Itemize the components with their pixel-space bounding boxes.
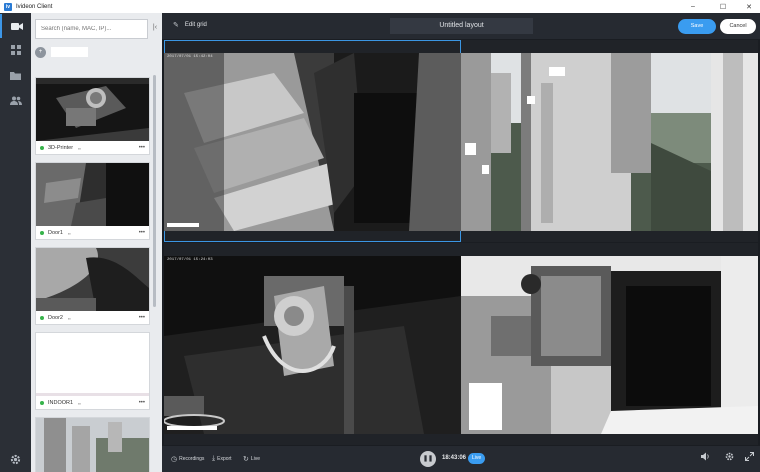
video-feed: 2017/07/01 15:24:03 <box>164 256 461 434</box>
refresh-icon: ↻ <box>243 456 249 463</box>
redacted-label <box>482 165 489 174</box>
edit-grid-label: Edit grid <box>184 22 207 28</box>
timestamp-overlay: 2017/07/01 15:24:03 <box>167 258 213 262</box>
nav-archive[interactable] <box>0 63 31 87</box>
fullscreen-button[interactable] <box>742 452 756 466</box>
camera-name: 3D-Printer <box>48 145 74 151</box>
camera-meta: 3D-Printer ▪▪ ••• <box>40 142 145 154</box>
edit-grid-button[interactable]: ✎ Edit grid <box>173 21 207 29</box>
redacted-label <box>527 96 535 104</box>
close-button[interactable]: ✕ <box>738 0 760 13</box>
nav-users[interactable] <box>0 88 31 112</box>
group-toggle-icon[interactable]: + <box>35 46 46 58</box>
camera-list-scrollbar[interactable] <box>153 75 156 307</box>
gear-icon <box>725 452 733 461</box>
camera-meta: Door1 ▪▪ ••• <box>40 227 145 239</box>
nav-settings[interactable] <box>0 447 31 471</box>
layout-title-field[interactable]: Untitled layout <box>390 18 533 34</box>
group-name-redacted <box>51 47 88 57</box>
export-label: Export <box>217 456 232 462</box>
camera-meta: INDOOR1 ▪▪ ••• <box>40 397 145 409</box>
camera-meta: Door2 ▪▪ ••• <box>40 312 145 324</box>
online-status-icon <box>40 316 44 320</box>
camera-thumbnail <box>36 418 149 472</box>
live-badge[interactable]: Live <box>468 453 486 464</box>
video-feed <box>461 53 758 231</box>
save-button[interactable]: Save <box>678 19 716 34</box>
camera-card[interactable] <box>35 417 150 472</box>
volume-button[interactable] <box>698 452 712 466</box>
window-title: Ivideon Client <box>16 3 53 10</box>
download-icon: ⤓ <box>212 455 216 462</box>
camera-name: Door2 <box>48 315 63 321</box>
online-status-icon <box>40 146 44 150</box>
cancel-button[interactable]: Cancel <box>720 19 756 34</box>
live-button[interactable]: ↻ Live <box>243 455 260 463</box>
export-button[interactable]: ⤓ Export <box>212 455 232 463</box>
online-status-icon <box>40 231 44 235</box>
app-window: iv Ivideon Client – ☐ ✕ |‹ + <box>0 0 760 472</box>
layout-toolbar: ✎ Edit grid Untitled layout Save Cancel <box>162 13 760 39</box>
recordings-label: Recordings <box>179 456 205 462</box>
playback-bar: ◷ Recordings ⤓ Export ↻ Live ❚❚ 18:43:06… <box>162 446 760 472</box>
camera-card[interactable]: Door2 ▪▪ ••• <box>35 247 150 325</box>
nav-rail <box>0 13 31 472</box>
camera-thumbnail <box>36 78 149 141</box>
redacted-label <box>167 223 199 227</box>
folder-icon <box>10 71 21 80</box>
more-icon[interactable]: ••• <box>139 145 145 151</box>
video-tile[interactable]: 2017/07/01 15:24:03 <box>164 243 461 445</box>
redacted-label <box>549 67 565 76</box>
camera-card[interactable]: Door1 ▪▪ ••• <box>35 162 150 240</box>
video-tile[interactable]: 2017/07/01 15:42:04 <box>164 40 461 242</box>
search-input[interactable] <box>35 19 148 39</box>
nav-layouts[interactable] <box>0 38 31 62</box>
camera-name: Door1 <box>48 230 63 236</box>
video-grid: 2017/07/01 15:42:04 2017/07/01 15:24:03 <box>162 39 760 446</box>
grid-icon <box>10 45 21 55</box>
current-time: 18:43:06 <box>442 455 467 461</box>
volume-icon <box>700 452 709 461</box>
more-icon[interactable]: ••• <box>139 230 145 236</box>
camera-card[interactable]: INDOOR1 ▪▪ ••• <box>35 332 150 410</box>
camera-name: INDOOR1 <box>48 400 74 406</box>
fullscreen-icon <box>744 452 754 461</box>
pencil-icon: ✎ <box>173 22 179 29</box>
collapse-panel-button[interactable]: |‹ <box>151 23 159 33</box>
camera-type-icon: ▪▪ <box>78 400 81 406</box>
minimize-button[interactable]: – <box>682 0 704 13</box>
nav-cameras[interactable] <box>0 14 31 38</box>
camera-list-panel: |‹ + <box>31 13 162 472</box>
gear-icon <box>10 454 21 464</box>
camera-type-icon: ▪▪ <box>78 145 81 151</box>
redacted-label <box>469 383 502 430</box>
users-icon <box>9 96 22 105</box>
redacted-label <box>465 143 476 155</box>
timestamp-overlay: 2017/07/01 15:42:04 <box>167 55 213 59</box>
more-icon[interactable]: ••• <box>139 315 145 321</box>
title-bar: iv Ivideon Client – ☐ ✕ <box>0 0 760 13</box>
video-feed: 2017/07/01 15:42:04 <box>164 53 461 231</box>
camera-card[interactable]: 3D-Printer ▪▪ ••• <box>35 77 150 155</box>
camera-thumbnail <box>36 248 149 311</box>
camera-type-icon: ▪▪ <box>67 230 71 236</box>
maximize-button[interactable]: ☐ <box>712 0 734 13</box>
recordings-button[interactable]: ◷ Recordings <box>171 455 204 463</box>
video-feed <box>461 256 758 434</box>
camera-thumbnail <box>36 333 149 396</box>
camera-group[interactable]: + <box>35 46 155 58</box>
camera-thumbnail <box>36 163 149 226</box>
pause-button[interactable]: ❚❚ <box>420 451 436 467</box>
redacted-label <box>167 426 217 430</box>
live-label: Live <box>250 456 261 462</box>
video-tile[interactable] <box>461 243 758 445</box>
settings-button[interactable] <box>722 452 736 466</box>
online-status-icon <box>40 401 44 405</box>
app-logo-icon: iv <box>4 2 12 11</box>
clock-icon: ◷ <box>171 456 178 463</box>
camera-icon <box>10 22 23 30</box>
more-icon[interactable]: ••• <box>139 400 145 406</box>
camera-type-icon: ▪▪ <box>67 315 71 321</box>
video-tile[interactable] <box>461 40 758 242</box>
